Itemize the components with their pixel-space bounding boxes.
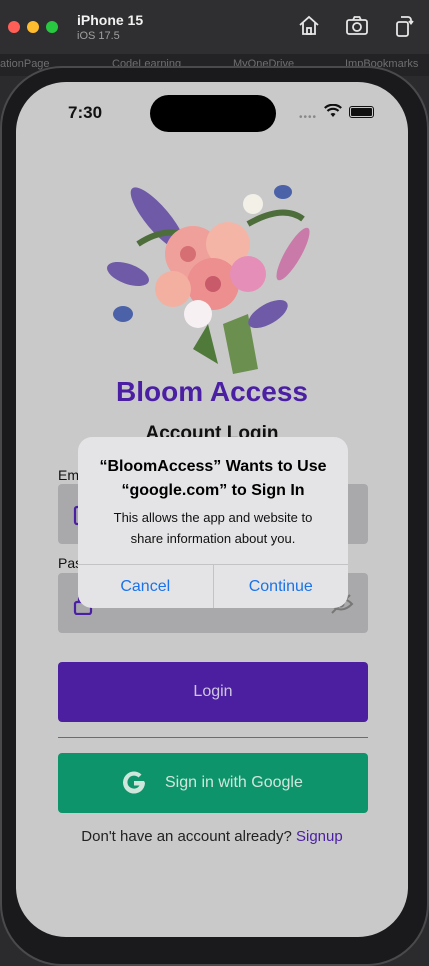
- divider: [58, 737, 368, 738]
- google-signin-label: Sign in with Google: [165, 774, 303, 791]
- alert-actions: Cancel Continue: [78, 564, 348, 608]
- battery-icon: [349, 106, 374, 118]
- rotate-icon[interactable]: [391, 14, 415, 38]
- login-button[interactable]: Login: [58, 662, 368, 722]
- signup-prompt-text: Don't have an account already?: [81, 828, 292, 845]
- continue-button[interactable]: Continue: [212, 565, 349, 608]
- signal-icon: ••••: [299, 112, 318, 123]
- dynamic-island: [150, 95, 276, 132]
- google-signin-button[interactable]: Sign in with Google: [58, 753, 368, 813]
- simulator-os-version: iOS 17.5: [77, 30, 120, 42]
- app-screen: 7:30 •••• Bloom Access Account Login Ema…: [16, 82, 408, 937]
- minimize-window-button[interactable]: [27, 21, 39, 33]
- simulator-titlebar: iPhone 15 iOS 17.5: [0, 0, 429, 54]
- zoom-window-button[interactable]: [46, 21, 58, 33]
- sign-in-alert: “BloomAccess” Wants to Use “google.com” …: [78, 437, 348, 608]
- alert-message: This allows the app and website to share…: [113, 510, 313, 546]
- bouquet-illustration: [107, 185, 310, 374]
- status-time: 7:30: [68, 103, 103, 122]
- google-icon: [123, 771, 145, 794]
- simulator-device-name: iPhone 15: [77, 12, 144, 28]
- home-icon[interactable]: [297, 14, 321, 38]
- app-title: Bloom Access: [116, 376, 308, 407]
- close-window-button[interactable]: [8, 21, 20, 33]
- alert-title: “BloomAccess” Wants to Use “google.com” …: [99, 458, 327, 499]
- signup-link[interactable]: Signup: [296, 828, 343, 845]
- signup-prompt: Don't have an account already? Signup: [16, 828, 408, 845]
- cancel-button[interactable]: Cancel: [78, 565, 213, 608]
- screenshot-icon[interactable]: [345, 14, 369, 38]
- wifi-icon: [324, 104, 342, 117]
